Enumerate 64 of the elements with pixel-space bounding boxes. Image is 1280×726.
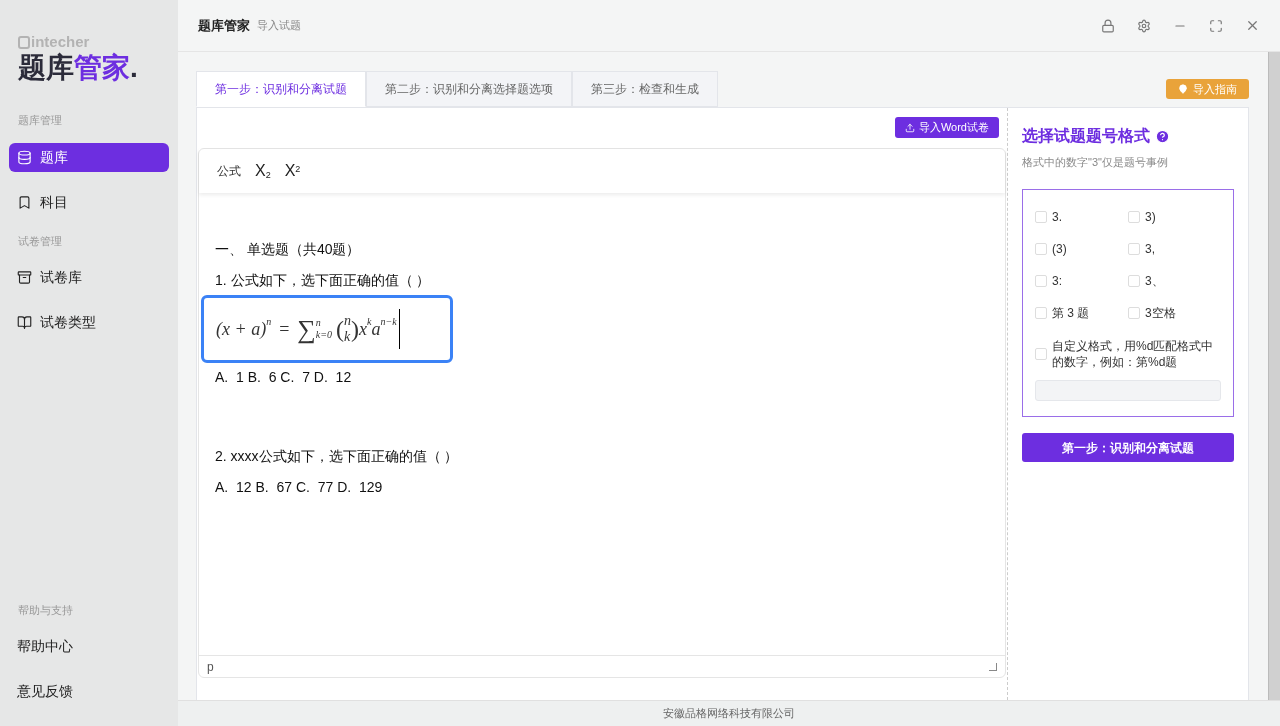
format-checkbox[interactable]: 第 3 题	[1035, 303, 1128, 322]
format-checkbox[interactable]: 3空格	[1128, 303, 1221, 322]
subscript-button[interactable]: X$_{2}$	[255, 159, 271, 183]
format-checkbox[interactable]: 3:	[1035, 271, 1128, 290]
close-icon[interactable]	[1245, 18, 1260, 33]
step-tab[interactable]: 第一步：识别和分离试题	[196, 71, 366, 107]
section-heading: 题库管理	[17, 113, 63, 128]
sidebar-item[interactable]: 意见反馈	[9, 677, 169, 706]
app-title: 题库管家.	[18, 51, 139, 85]
upload-icon	[904, 122, 915, 133]
checkbox[interactable]	[1035, 347, 1047, 360]
bookmark-icon	[17, 194, 32, 210]
format-checkbox[interactable]: 3.	[1035, 207, 1128, 226]
text-cursor	[398, 309, 400, 349]
panel-title: 选择试题题号格式	[1022, 126, 1150, 146]
checkbox[interactable]	[1035, 306, 1047, 319]
step-tab[interactable]: 第二步：识别和分离选择题选项	[366, 71, 572, 107]
lock-icon[interactable]	[1101, 18, 1115, 33]
editor-paragraph: A. 1 B. 6 C. 7 D. 12	[215, 369, 353, 386]
fullscreen-icon[interactable]	[1209, 18, 1223, 33]
settings-icon[interactable]	[1137, 18, 1151, 33]
checkbox[interactable]	[1128, 210, 1140, 223]
format-checkbox[interactable]: 3)	[1128, 207, 1221, 226]
page-subtitle: 导入试题	[257, 18, 301, 34]
database-icon	[17, 149, 32, 165]
formula-button[interactable]: 公式	[217, 162, 241, 180]
sidebar-item[interactable]: 试卷库	[9, 263, 169, 292]
company-name: 安徽品格网络科技有限公司	[663, 706, 795, 722]
submit-step-button[interactable]: 第一步：识别和分离试题	[1022, 433, 1234, 462]
editor-paragraph: A. 12 B. 67 C. 77 D. 129	[215, 479, 384, 496]
element-path: p	[207, 658, 214, 676]
editor-paragraph: 2. xxxx公式如下，选下面正确的值（ ）	[215, 448, 460, 465]
custom-format-checkbox[interactable]: 自定义格式，用%d匹配格式中的数字，例如：第%d题	[1035, 337, 1221, 370]
pin-icon	[1178, 84, 1188, 94]
formula-paren: (	[336, 315, 344, 344]
panel-hint: 格式中的数字"3"仅是题号事例	[1022, 155, 1169, 170]
sidebar-item[interactable]: 试卷类型	[9, 308, 169, 337]
resize-handle-icon[interactable]	[989, 662, 997, 671]
sidebar-item[interactable]: 题库	[9, 142, 169, 172]
superscript-button[interactable]: X$^{2}$	[284, 159, 301, 183]
sidebar-item[interactable]: 科目	[9, 187, 169, 217]
editor-paragraph: 一、 单选题（共40题）	[215, 241, 362, 258]
section-heading: 试卷管理	[17, 233, 63, 249]
checkbox[interactable]	[1035, 242, 1047, 255]
checkbox[interactable]	[1128, 242, 1140, 255]
checkbox[interactable]	[1128, 306, 1140, 319]
format-checkbox[interactable]: 3、	[1128, 271, 1221, 290]
checkbox[interactable]	[1128, 274, 1140, 287]
editor-paragraph: 1. 公式如下，选下面正确的值（ ）	[215, 272, 432, 289]
import-word-button[interactable]: 导入Word试卷	[894, 117, 999, 138]
tray-icon	[17, 270, 32, 285]
checkbox[interactable]	[1035, 210, 1047, 223]
sidebar-item[interactable]: 帮助中心	[9, 632, 169, 661]
checkbox[interactable]	[1035, 274, 1047, 287]
format-checkbox[interactable]: 3,	[1128, 239, 1221, 258]
help-icon[interactable]	[1155, 128, 1170, 144]
formula-paren: )	[351, 315, 359, 344]
page-title: 题库管家	[198, 16, 250, 35]
custom-format-input[interactable]	[1035, 379, 1221, 401]
brand-logo-icon	[18, 35, 30, 49]
section-heading: 帮助与支持	[17, 602, 74, 618]
format-checkbox[interactable]: (3)	[1035, 239, 1128, 258]
step-tab[interactable]: 第三步：检查和生成	[572, 71, 718, 107]
book-icon	[17, 315, 32, 330]
